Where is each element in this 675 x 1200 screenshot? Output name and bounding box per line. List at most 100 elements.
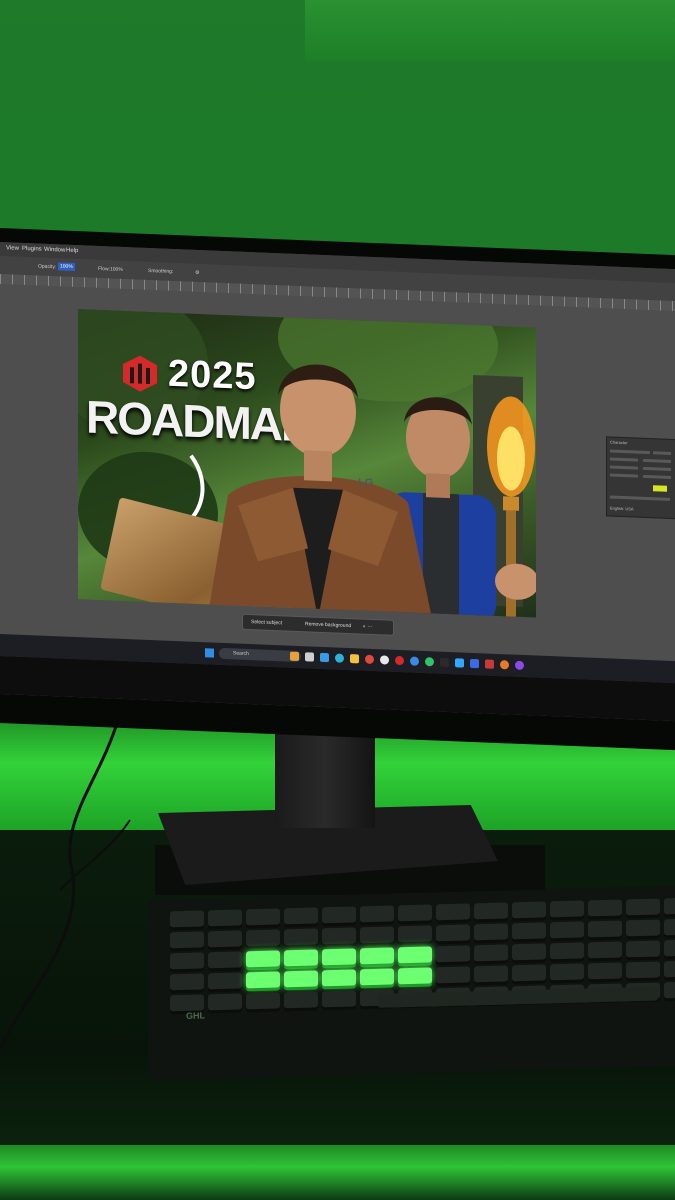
keyboard-key[interactable] <box>246 950 280 968</box>
keyboard-key[interactable] <box>474 944 508 962</box>
keyboard-key[interactable] <box>664 897 675 915</box>
keyboard-key[interactable] <box>360 926 394 944</box>
keyboard-key[interactable] <box>436 945 470 963</box>
keyboard-key[interactable] <box>322 948 356 966</box>
keyboard-key[interactable] <box>436 903 470 921</box>
photoshop-icon[interactable] <box>455 658 464 668</box>
tracking-field[interactable] <box>643 466 671 471</box>
whatsapp-icon[interactable] <box>425 657 434 667</box>
menu-plugins[interactable]: Plugins <box>22 246 42 253</box>
keyboard-key[interactable] <box>208 909 242 927</box>
keyboard-key[interactable] <box>588 941 622 959</box>
kerning-field[interactable] <box>610 465 638 470</box>
select-subject-button[interactable]: Select subject <box>251 619 282 626</box>
keyboard-key[interactable] <box>664 939 675 957</box>
keyboard-key[interactable] <box>474 902 508 920</box>
gear-icon[interactable]: ⚙ <box>195 270 199 276</box>
widgets-icon[interactable] <box>290 651 299 662</box>
remove-background-button[interactable]: Remove background <box>305 621 351 629</box>
menu-help[interactable]: Help <box>66 248 78 254</box>
keyboard-key[interactable] <box>626 961 660 979</box>
keyboard-key[interactable] <box>170 952 204 970</box>
keyboard-key[interactable] <box>170 931 204 949</box>
keyboard-key[interactable] <box>284 949 318 967</box>
text-style-buttons[interactable] <box>610 495 670 501</box>
keyboard-key[interactable] <box>398 967 432 985</box>
keyboard-key[interactable] <box>322 927 356 945</box>
keyboard-key[interactable] <box>512 901 546 919</box>
keyboard-key[interactable] <box>360 968 394 986</box>
keyboard-key[interactable] <box>322 969 356 987</box>
keyboard-key[interactable] <box>436 924 470 942</box>
keyboard-key[interactable] <box>550 900 584 918</box>
keyboard-key[interactable] <box>246 908 280 926</box>
chrome-icon[interactable] <box>365 654 374 665</box>
keyboard-key[interactable] <box>322 906 356 924</box>
thumbnail-image[interactable]: 2025 ROADMAP <box>78 309 536 618</box>
keyboard-key[interactable] <box>284 928 318 946</box>
folder-icon[interactable] <box>350 654 359 664</box>
leading-field[interactable] <box>643 458 671 463</box>
keyboard-key[interactable] <box>208 972 242 990</box>
menu-window[interactable]: Window <box>44 247 65 254</box>
chrome2-icon[interactable] <box>410 656 419 666</box>
keyboard-key[interactable] <box>398 925 432 943</box>
app-icon[interactable] <box>380 655 389 665</box>
font-family-field[interactable] <box>610 449 650 455</box>
keyboard-key[interactable] <box>170 910 204 928</box>
keyboard-key[interactable] <box>474 965 508 983</box>
keyboard-key[interactable] <box>208 951 242 969</box>
keyboard-key[interactable] <box>360 905 394 923</box>
keyboard-key[interactable] <box>398 904 432 922</box>
keyboard-key[interactable] <box>360 947 394 965</box>
keyboard-key[interactable] <box>626 919 660 937</box>
keyboard-key[interactable] <box>246 929 280 947</box>
task-view-icon[interactable] <box>305 652 314 662</box>
app3-icon[interactable] <box>470 658 479 669</box>
app4-icon[interactable] <box>485 659 494 669</box>
keyboard-key[interactable] <box>398 946 432 964</box>
keyboard-key[interactable] <box>512 943 546 961</box>
font-style-field[interactable] <box>653 451 671 455</box>
keyboard-key[interactable] <box>170 973 204 991</box>
keyboard-key[interactable] <box>626 898 660 916</box>
keyboard-key[interactable] <box>284 991 318 1009</box>
text-color-swatch[interactable] <box>653 485 667 492</box>
store-icon[interactable] <box>320 652 329 663</box>
keyboard-key[interactable] <box>246 992 280 1010</box>
keyboard-key[interactable] <box>664 981 675 999</box>
keyboard-key[interactable] <box>474 923 508 941</box>
keyboard-key[interactable] <box>170 994 204 1012</box>
opera-icon[interactable] <box>395 655 404 666</box>
keyboard-key[interactable] <box>284 907 318 925</box>
keyboard-key[interactable] <box>246 971 280 989</box>
keyboard-key[interactable] <box>626 940 660 958</box>
keyboard-key[interactable] <box>512 964 546 982</box>
vertical-scale-field[interactable] <box>610 473 638 478</box>
windows-start-icon[interactable] <box>205 648 214 658</box>
keyboard-key[interactable] <box>550 963 584 981</box>
more-options-icon[interactable]: ◐ ⋯ <box>363 624 372 630</box>
keyboard-key[interactable] <box>550 921 584 939</box>
edge-icon[interactable] <box>335 653 344 663</box>
keyboard-key[interactable] <box>664 918 675 936</box>
horizontal-scale-field[interactable] <box>643 474 671 479</box>
keyboard-key[interactable] <box>588 920 622 938</box>
keyboard-key[interactable] <box>208 993 242 1011</box>
keyboard-key[interactable] <box>284 970 318 988</box>
keyboard-key[interactable] <box>588 962 622 980</box>
keyboard-key[interactable] <box>588 899 622 917</box>
menu-view[interactable]: View <box>6 245 19 252</box>
font-size-field[interactable] <box>610 457 638 462</box>
keyboard-key[interactable] <box>322 990 356 1008</box>
taskbar-search[interactable]: Search <box>219 647 301 663</box>
keyboard-key[interactable] <box>208 930 242 948</box>
opacity-field[interactable]: 100% <box>58 262 75 272</box>
keyboard-key[interactable] <box>512 922 546 940</box>
keyboard-key[interactable] <box>436 966 470 984</box>
keyboard-key[interactable] <box>664 960 675 978</box>
keyboard-key[interactable] <box>550 942 584 960</box>
app2-icon[interactable] <box>440 657 449 668</box>
flow-field[interactable]: 100% <box>110 266 123 273</box>
app5-icon[interactable] <box>500 660 509 670</box>
